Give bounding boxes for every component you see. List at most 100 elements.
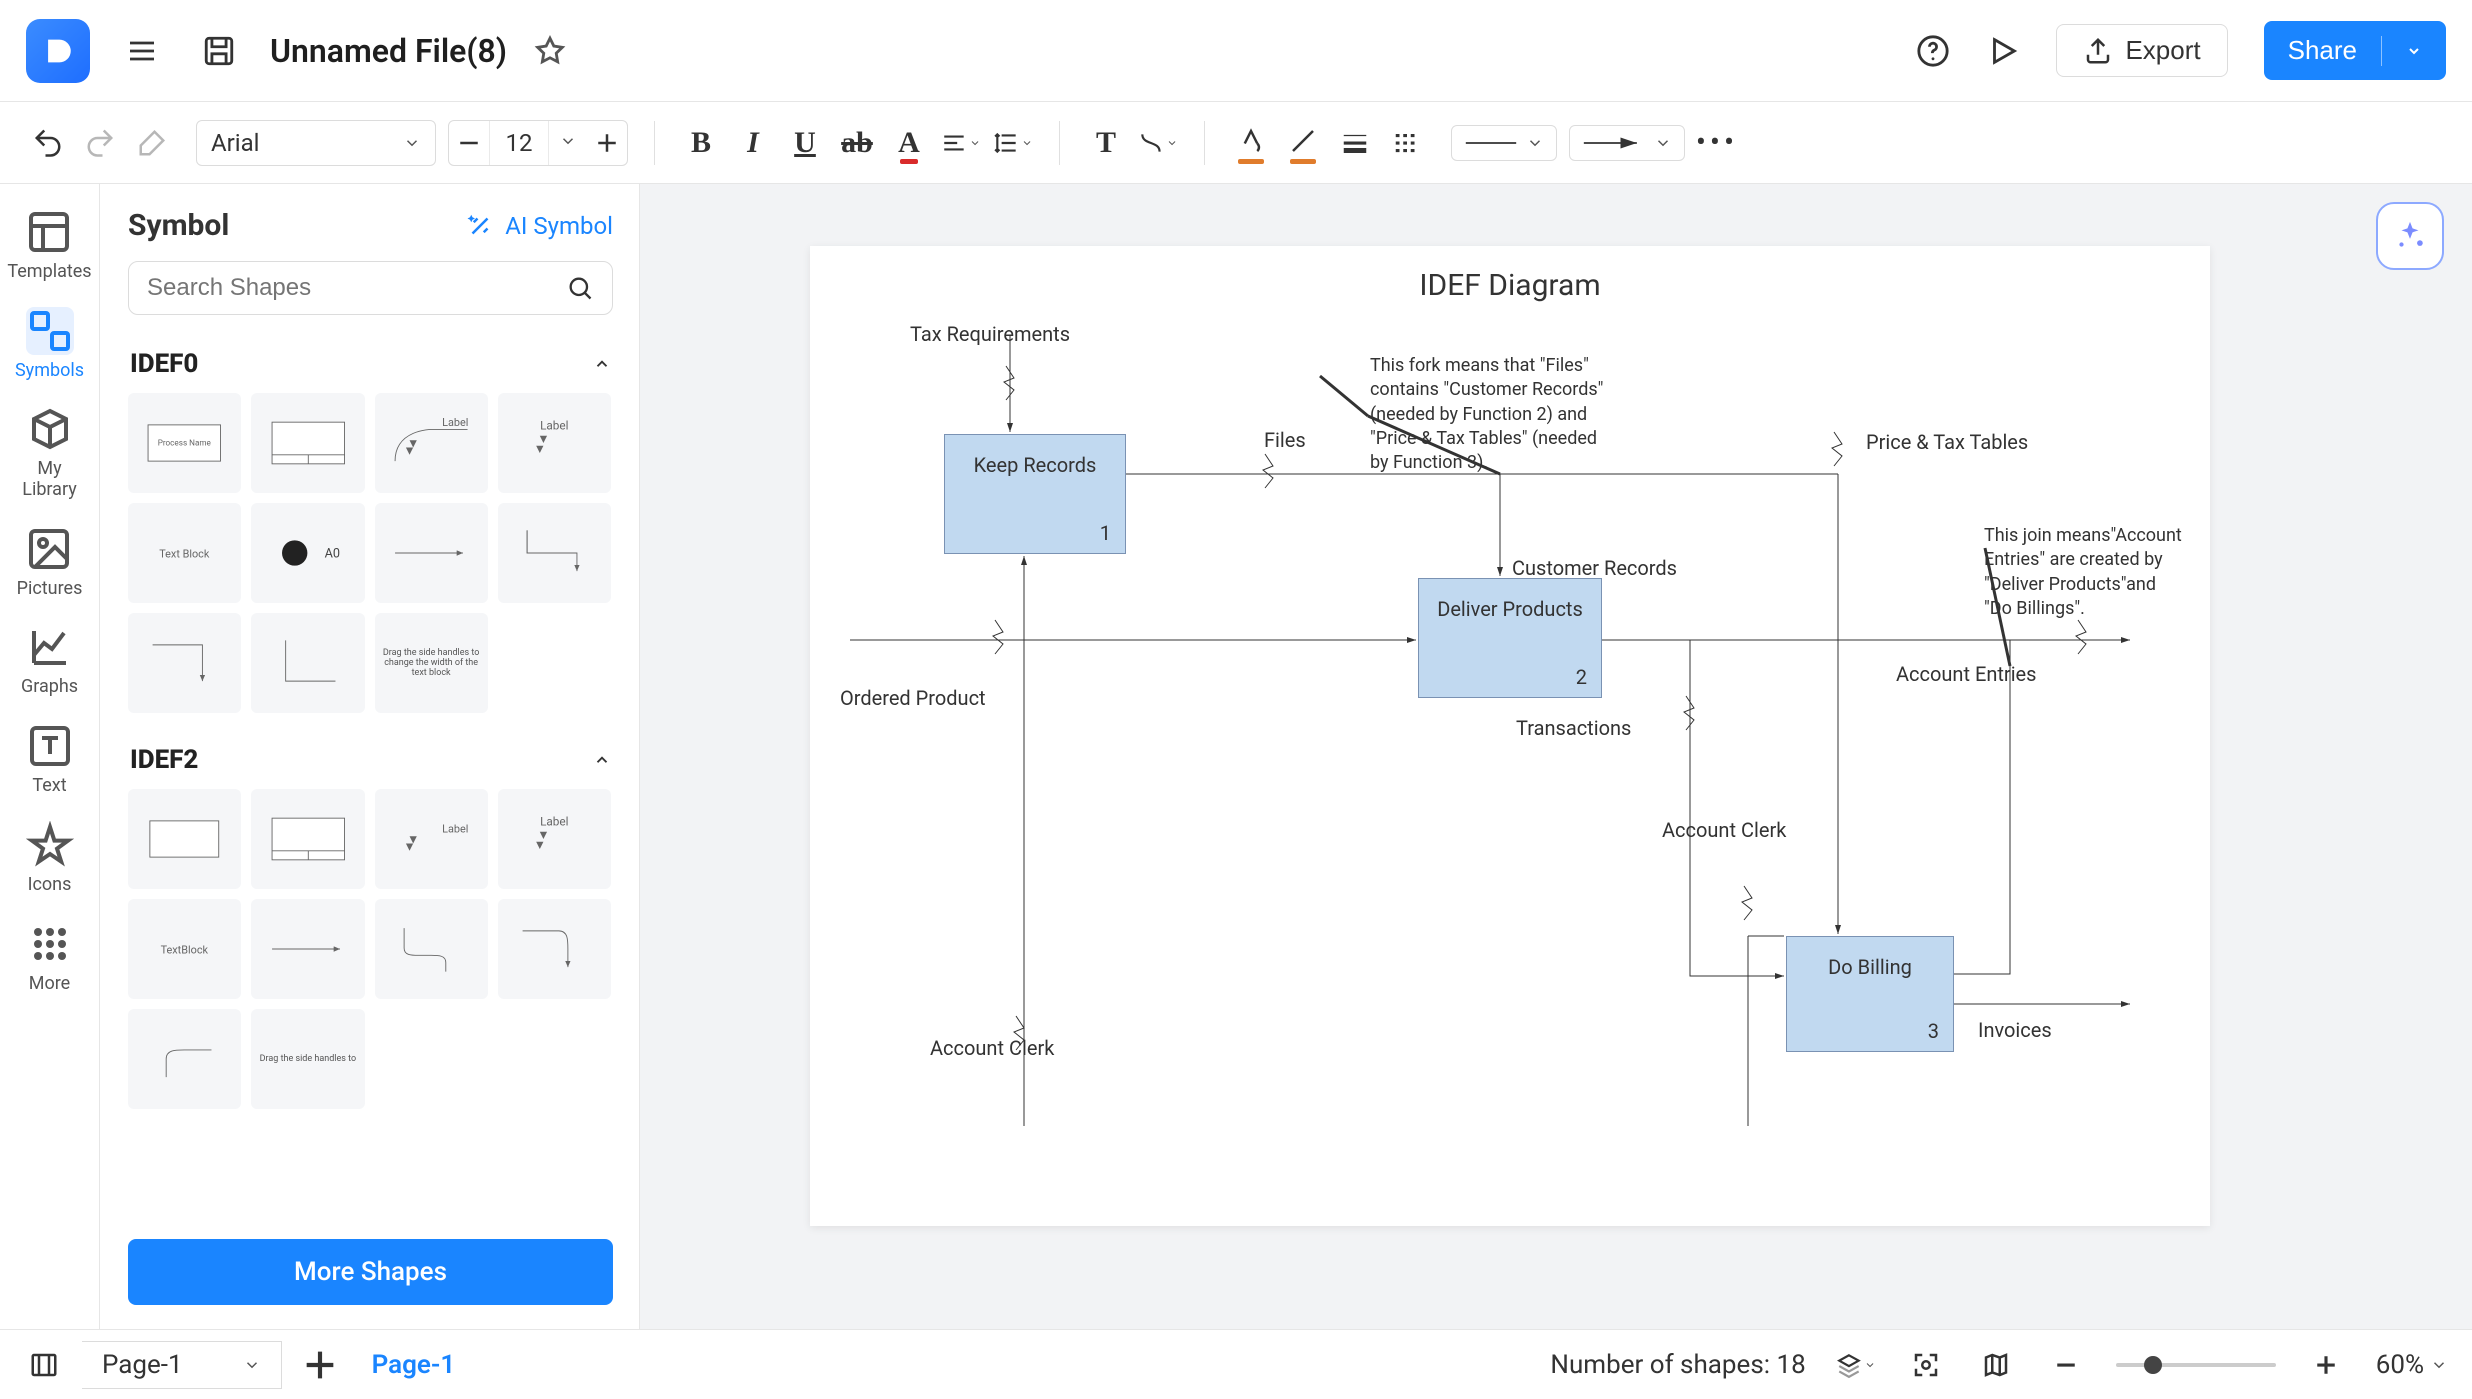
menu-icon[interactable] [122, 31, 162, 71]
shape-tile[interactable] [498, 899, 611, 999]
file-title[interactable]: Unnamed File(8) [270, 32, 507, 70]
diagram-node-do-billing[interactable]: Do Billing 3 [1786, 936, 1954, 1052]
fit-view-icon[interactable] [1906, 1345, 1946, 1385]
layers-icon[interactable] [1836, 1345, 1876, 1385]
export-button[interactable]: Export [2056, 24, 2227, 77]
shape-tile[interactable]: Label [498, 393, 611, 493]
label-files: Files [1264, 428, 1306, 452]
line-weight-icon[interactable] [1335, 123, 1375, 163]
zoom-value[interactable]: 60% [2376, 1350, 2448, 1380]
shape-tile[interactable] [375, 899, 488, 999]
diagram-node-keep-records[interactable]: Keep Records 1 [944, 434, 1126, 554]
more-shapes-button[interactable]: More Shapes [128, 1239, 613, 1305]
redo-icon[interactable] [80, 123, 120, 163]
italic-icon[interactable]: I [733, 123, 773, 163]
zoom-out-icon[interactable] [2046, 1345, 2086, 1385]
shape-tile[interactable]: Label [375, 789, 488, 889]
app-logo[interactable] [26, 19, 90, 83]
shape-tile[interactable]: TextBlock [128, 899, 241, 999]
annotation-join: This join means"Account Entries" are cre… [1984, 524, 2184, 621]
rail-item-my-library[interactable]: My Library [22, 405, 77, 500]
arrow-style-select[interactable] [1569, 125, 1685, 161]
font-size-increase-icon[interactable] [587, 121, 627, 165]
font-size-dropdown-icon[interactable] [549, 132, 587, 154]
rail-label: Text [32, 776, 66, 797]
shape-tile[interactable] [251, 613, 364, 713]
rail-item-symbols[interactable]: Symbols [15, 307, 84, 382]
shape-grid-idef2: Label Label TextBlock Drag the side hand… [128, 789, 623, 1109]
shape-tile[interactable] [251, 393, 364, 493]
shape-tile[interactable] [251, 789, 364, 889]
shape-tile[interactable]: Drag the side handles to [251, 1009, 364, 1109]
diagram-node-deliver-products[interactable]: Deliver Products 2 [1418, 578, 1602, 698]
symbol-panel-title: Symbol [128, 208, 229, 243]
page-tab-active[interactable]: Page-1 [358, 1350, 470, 1380]
page-select[interactable]: Page-1 [82, 1341, 282, 1389]
node-index: 1 [1100, 521, 1111, 545]
add-page-icon[interactable] [300, 1345, 340, 1385]
shape-tile[interactable]: Label [375, 393, 488, 493]
shape-tile[interactable]: Drag the side handles to change the widt… [375, 613, 488, 713]
line-dash-icon[interactable] [1387, 123, 1427, 163]
search-field[interactable] [147, 274, 566, 302]
shape-tile[interactable] [498, 503, 611, 603]
fill-color-icon[interactable] [1231, 123, 1271, 163]
page-panel-toggle-icon[interactable] [24, 1345, 64, 1385]
chevron-down-icon [2430, 1356, 2448, 1374]
play-preview-icon[interactable] [1986, 34, 2020, 68]
undo-icon[interactable] [28, 123, 68, 163]
category-header-idef2[interactable]: IDEF2 [128, 731, 623, 789]
help-icon[interactable] [1916, 34, 1950, 68]
canvas-area[interactable]: IDEF Diagram [640, 184, 2472, 1329]
favorite-star-icon[interactable] [531, 32, 569, 70]
shape-tile[interactable] [375, 503, 488, 603]
share-button[interactable]: Share [2264, 21, 2446, 80]
underline-icon[interactable]: U [785, 123, 825, 163]
page-select-value: Page-1 [102, 1350, 183, 1380]
rail-item-icons[interactable]: Icons [26, 821, 74, 896]
shape-tile[interactable] [251, 899, 364, 999]
rail-item-templates[interactable]: Templates [7, 208, 91, 283]
strikethrough-icon[interactable]: ab [837, 123, 877, 163]
font-family-select[interactable]: Arial [196, 120, 436, 166]
shape-tile[interactable] [128, 789, 241, 889]
search-input[interactable] [128, 261, 613, 315]
shape-tile[interactable]: Text Block [128, 503, 241, 603]
chevron-up-icon [593, 355, 611, 373]
rail-item-graphs[interactable]: Graphs [21, 623, 78, 698]
category-header-idef0[interactable]: IDEF0 [128, 335, 623, 393]
save-icon[interactable] [200, 32, 238, 70]
text-tool-icon[interactable]: T [1086, 123, 1126, 163]
align-horizontal-icon[interactable] [941, 123, 981, 163]
label-account-entries: Account Entries [1896, 662, 2037, 686]
shape-tile[interactable]: Process Name [128, 393, 241, 493]
font-size-stepper[interactable]: 12 [448, 120, 628, 166]
zoom-slider[interactable] [2116, 1363, 2276, 1367]
font-size-decrease-icon[interactable] [449, 121, 489, 165]
svg-text:Label: Label [540, 418, 568, 432]
rail-item-pictures[interactable]: Pictures [17, 525, 83, 600]
rail-item-text[interactable]: Text [26, 722, 74, 797]
minimap-icon[interactable] [1976, 1345, 2016, 1385]
line-color-icon[interactable] [1283, 123, 1323, 163]
font-size-value[interactable]: 12 [489, 121, 549, 165]
canvas-page[interactable]: IDEF Diagram [810, 246, 2210, 1226]
label-customer-records: Customer Records [1512, 556, 1677, 580]
connector-tool-icon[interactable] [1138, 123, 1178, 163]
zoom-in-icon[interactable] [2306, 1345, 2346, 1385]
line-spacing-icon[interactable] [993, 123, 1033, 163]
shape-tile[interactable] [128, 613, 241, 713]
bold-icon[interactable]: B [681, 123, 721, 163]
ai-symbol-button[interactable]: AI Symbol [465, 211, 613, 241]
more-tools-icon[interactable]: ••• [1697, 123, 1737, 163]
font-color-icon[interactable]: A [889, 123, 929, 163]
shape-tile[interactable] [128, 1009, 241, 1109]
svg-text:A0: A0 [324, 547, 339, 562]
shape-tile[interactable]: Label [498, 789, 611, 889]
svg-text:Label: Label [540, 814, 568, 828]
line-style-select[interactable] [1451, 125, 1557, 161]
rail-item-more[interactable]: More [26, 920, 74, 995]
format-painter-icon[interactable] [132, 123, 172, 163]
shape-tile[interactable]: A0 [251, 503, 364, 603]
ai-assistant-button[interactable] [2376, 202, 2444, 270]
